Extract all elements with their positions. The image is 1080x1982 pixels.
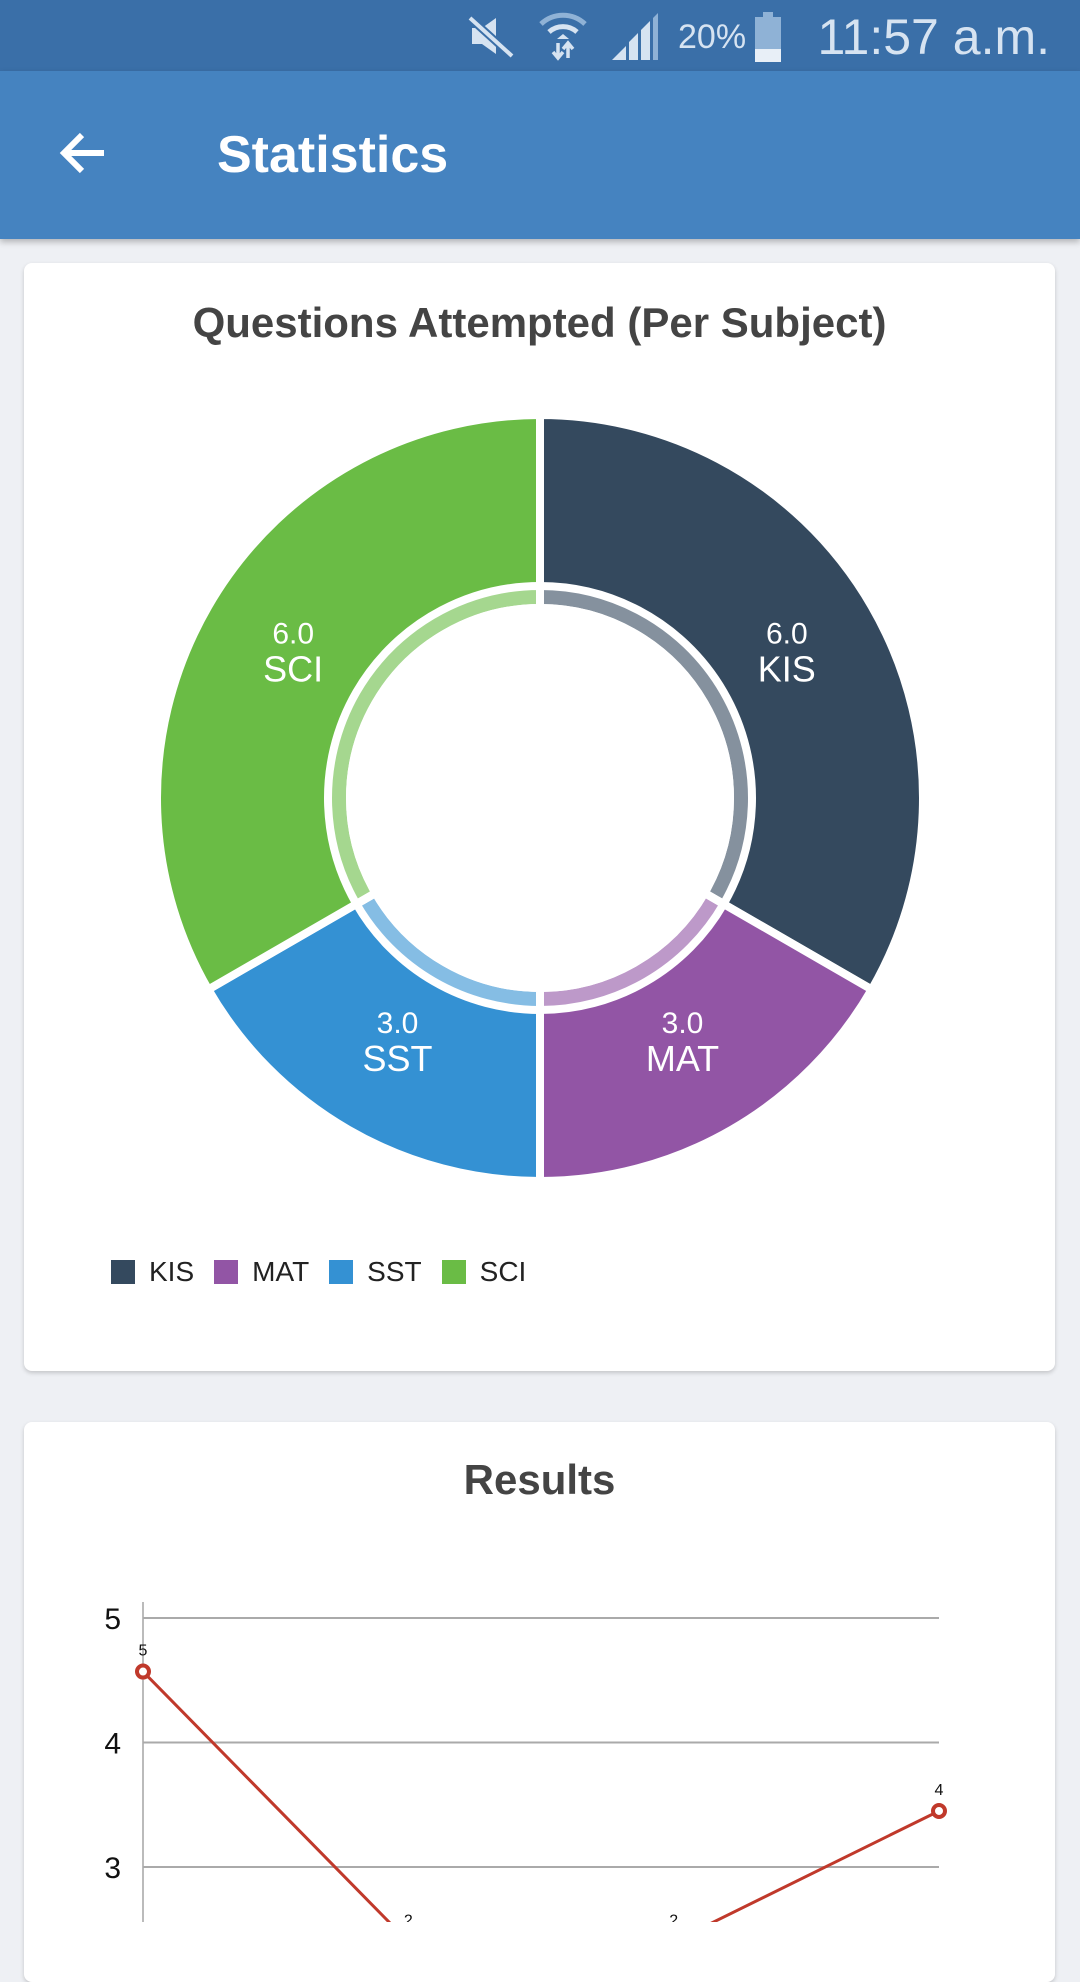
legend-item-kis: KIS [111,1256,194,1288]
data-point-label: 2 [404,1913,413,1922]
legend-label: KIS [149,1256,195,1287]
results-card: Results 5435224 [24,1422,1055,1982]
legend-swatch [441,1260,466,1284]
data-point[interactable] [135,1663,151,1680]
slice-value-label: 6.0 [272,618,314,651]
mute-icon [467,15,515,58]
donut-chart: 6.0KIS3.0MAT3.0SST6.0SCI [153,410,927,1186]
page-title: Statistics [217,126,449,184]
slice-value-label: 3.0 [662,1007,704,1040]
slice-category-label: SCI [263,649,323,690]
slice-category-label: SST [362,1038,432,1079]
app-bar: Statistics [0,71,1080,239]
questions-attempted-card: Questions Attempted (Per Subject) 6.0 KIS… [24,263,1055,1371]
legend-swatch [214,1260,239,1284]
clock: 11:57 a.m. [817,9,1050,65]
data-point-label: 5 [139,1643,148,1660]
y-tick-label: 5 [104,1603,121,1636]
legend-item-mat: MAT [214,1256,309,1288]
data-point-label: 2 [669,1913,678,1922]
slice-value-label: 3.0 [377,1007,419,1040]
legend-label: SST [367,1256,422,1287]
y-tick-label: 3 [104,1852,121,1885]
arrow-left-icon[interactable] [52,123,112,183]
data-point[interactable] [931,1802,947,1819]
battery-percent: 20% [678,18,747,56]
y-tick-label: 4 [104,1728,121,1761]
legend-label: SCI [479,1256,527,1287]
data-point-label: 4 [935,1782,944,1799]
wifi-icon [539,12,587,61]
legend-swatch [329,1260,354,1284]
slice-category-label: MAT [646,1038,719,1079]
battery-icon [755,12,781,62]
slice-value-label: 6.0 [766,618,808,651]
line-series [141,1670,940,1922]
slice-category-label: KIS [758,649,816,690]
legend-swatch [111,1260,135,1284]
line-chart: 5 4 3 5 2 2 4 [104,1602,947,1922]
status-bar: 20% 11:57 a.m. [0,0,1080,71]
legend-item-sst: SST [329,1256,422,1288]
legend-label: MAT [252,1256,310,1287]
legend-item-sci: SCI [441,1256,527,1288]
signal-icon [612,13,658,60]
chart-legend: KIS MAT SST SCI [111,1256,546,1288]
